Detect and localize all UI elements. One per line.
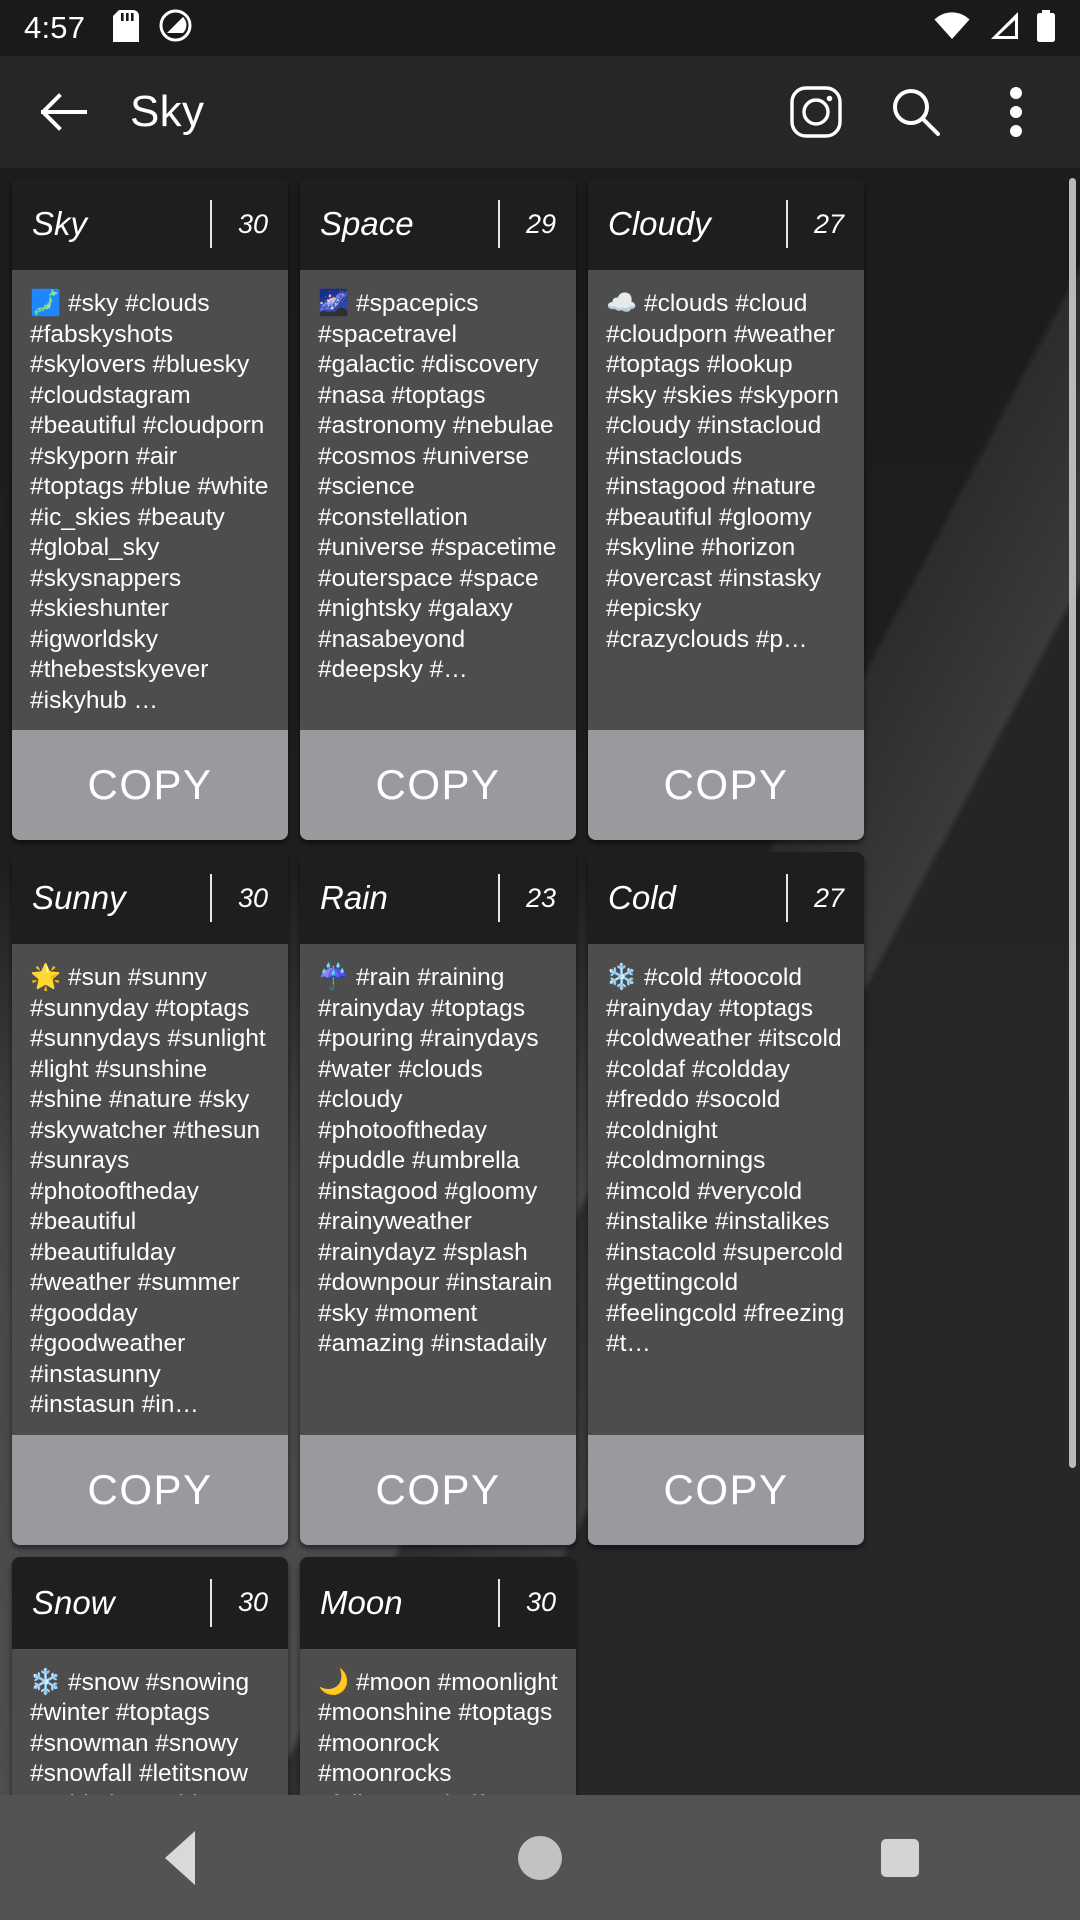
app-bar: Sky: [0, 56, 1080, 168]
copy-button[interactable]: COPY: [12, 730, 288, 840]
card-hashtags: 🌌 #spacepics #spacetravel #galactic #dis…: [300, 270, 576, 730]
hashtag-card[interactable]: Rain 23 ☔ #rain #raining #rainyday #topt…: [300, 852, 576, 1545]
card-count: 27: [813, 882, 844, 913]
card-header: Sunny 30: [12, 852, 288, 944]
nav-recent-icon[interactable]: [825, 1795, 975, 1920]
card-hashtag-text: #spacepics #spacetravel #galactic #disco…: [318, 290, 557, 683]
phone-screen: 4:57 Sky Sky 30 🗾 #sky #clouds #fabskysh…: [0, 0, 1080, 1920]
card-emoji: 🌙: [318, 1667, 350, 1696]
card-count: 30: [237, 882, 268, 913]
card-hashtag-text: #snow #snowing #winter #toptags #snowman…: [30, 1668, 250, 1796]
card-count: 30: [237, 1587, 268, 1617]
status-clock: 4:57: [24, 10, 86, 45]
card-emoji: ❄️: [606, 963, 638, 991]
card-header: Rain 23: [300, 852, 576, 944]
card-hashtag-text: #clouds #cloud #cloudporn #weather #topt…: [606, 290, 839, 653]
nav-home-icon[interactable]: [465, 1795, 615, 1920]
card-emoji: ☔: [318, 963, 350, 991]
card-title: Sky: [32, 205, 88, 242]
card-title: Cold: [608, 879, 676, 916]
wifi-icon: [934, 11, 970, 45]
card-title: Moon: [320, 1583, 403, 1621]
card-hashtags: 🗾 #sky #clouds #fabskyshots #skylovers #…: [12, 270, 288, 730]
card-emoji: 🌟: [30, 963, 62, 991]
search-icon[interactable]: [878, 74, 954, 150]
copy-button[interactable]: COPY: [12, 1434, 288, 1545]
card-emoji: 🗾: [30, 289, 62, 317]
hashtag-card[interactable]: Space 29 🌌 #spacepics #spacetravel #gala…: [300, 178, 576, 840]
android-navigation-bar: [0, 1795, 1080, 1920]
card-emoji: 🌌: [318, 289, 350, 317]
card-header: Cold 27: [588, 852, 864, 944]
card-hashtag-text: #rain #raining #rainyday #toptags #pouri…: [318, 964, 553, 1357]
card-header: Sky 30: [12, 178, 288, 270]
page-title: Sky: [130, 87, 205, 136]
nav-back-icon[interactable]: [105, 1795, 255, 1920]
do-not-disturb-icon: [159, 9, 192, 47]
card-hashtag-text: #sky #clouds #fabskyshots #skylovers #bl…: [30, 290, 269, 714]
card-hashtags: ☔ #rain #raining #rainyday #toptags #pou…: [300, 944, 576, 1435]
card-title: Rain: [320, 879, 388, 916]
back-arrow-icon[interactable]: [26, 74, 102, 150]
status-bar: 4:57: [0, 0, 1080, 56]
copy-button[interactable]: COPY: [300, 730, 576, 840]
card-count: 29: [525, 208, 556, 239]
sd-card-icon: [113, 9, 140, 47]
card-title: Sunny: [32, 879, 126, 916]
hashtag-card[interactable]: Sky 30 🗾 #sky #clouds #fabskyshots #skyl…: [12, 178, 288, 840]
card-hashtags: ❄️ #snow #snowing #winter #toptags #snow…: [12, 1648, 288, 1796]
hashtag-card[interactable]: Cold 27 ❄️ #cold #toocold #rainyday #top…: [588, 852, 864, 1545]
copy-button[interactable]: COPY: [300, 1434, 576, 1545]
card-hashtag-text: #cold #toocold #rainyday #toptags #coldw…: [606, 964, 845, 1357]
hashtag-card[interactable]: Cloudy 27 ☁️ #clouds #cloud #cloudporn #…: [588, 178, 864, 840]
card-count: 30: [525, 1587, 556, 1617]
battery-icon: [1036, 9, 1056, 47]
vertical-scrollbar[interactable]: [1069, 178, 1076, 1468]
card-hashtag-text: #sun #sunny #sunnyday #toptags #sunnyday…: [30, 964, 266, 1418]
card-header: Snow 30: [12, 1556, 288, 1649]
hashtag-card-grid-scroll[interactable]: Sky 30 🗾 #sky #clouds #fabskyshots #skyl…: [0, 168, 1080, 1795]
card-header: Cloudy 27: [588, 178, 864, 270]
copy-button[interactable]: COPY: [588, 1434, 864, 1545]
card-emoji: ☁️: [606, 289, 638, 317]
card-title: Cloudy: [608, 205, 711, 242]
card-header: Space 29: [300, 178, 576, 270]
cellular-signal-icon: [986, 11, 1020, 45]
card-count: 30: [237, 208, 268, 239]
hashtag-card[interactable]: Snow 30 ❄️ #snow #snowing #winter #topta…: [12, 1556, 288, 1796]
card-title: Space: [320, 205, 414, 242]
card-hashtags: ❄️ #cold #toocold #rainyday #toptags #co…: [588, 944, 864, 1435]
card-count: 23: [525, 882, 556, 913]
card-title: Snow: [32, 1583, 115, 1621]
hashtag-card[interactable]: Sunny 30 🌟 #sun #sunny #sunnyday #toptag…: [12, 852, 288, 1545]
card-hashtags: ☁️ #clouds #cloud #cloudporn #weather #t…: [588, 270, 864, 730]
card-header: Moon 30: [300, 1556, 576, 1649]
copy-button[interactable]: COPY: [588, 730, 864, 840]
hashtag-card-grid: Sky 30 🗾 #sky #clouds #fabskyshots #skyl…: [0, 168, 1080, 1795]
card-hashtags: 🌟 #sun #sunny #sunnyday #toptags #sunnyd…: [12, 944, 288, 1435]
card-emoji: ❄️: [30, 1667, 62, 1696]
overflow-menu-icon[interactable]: [978, 74, 1054, 150]
card-hashtags: 🌙 #moon #moonlight #moonshine #toptags #…: [300, 1648, 576, 1796]
card-count: 27: [813, 208, 844, 239]
hashtag-card[interactable]: Moon 30 🌙 #moon #moonlight #moonshine #t…: [300, 1556, 576, 1796]
instagram-icon[interactable]: [778, 74, 854, 150]
card-hashtag-text: #moon #moonlight #moonshine #toptags #mo…: [318, 1668, 558, 1796]
